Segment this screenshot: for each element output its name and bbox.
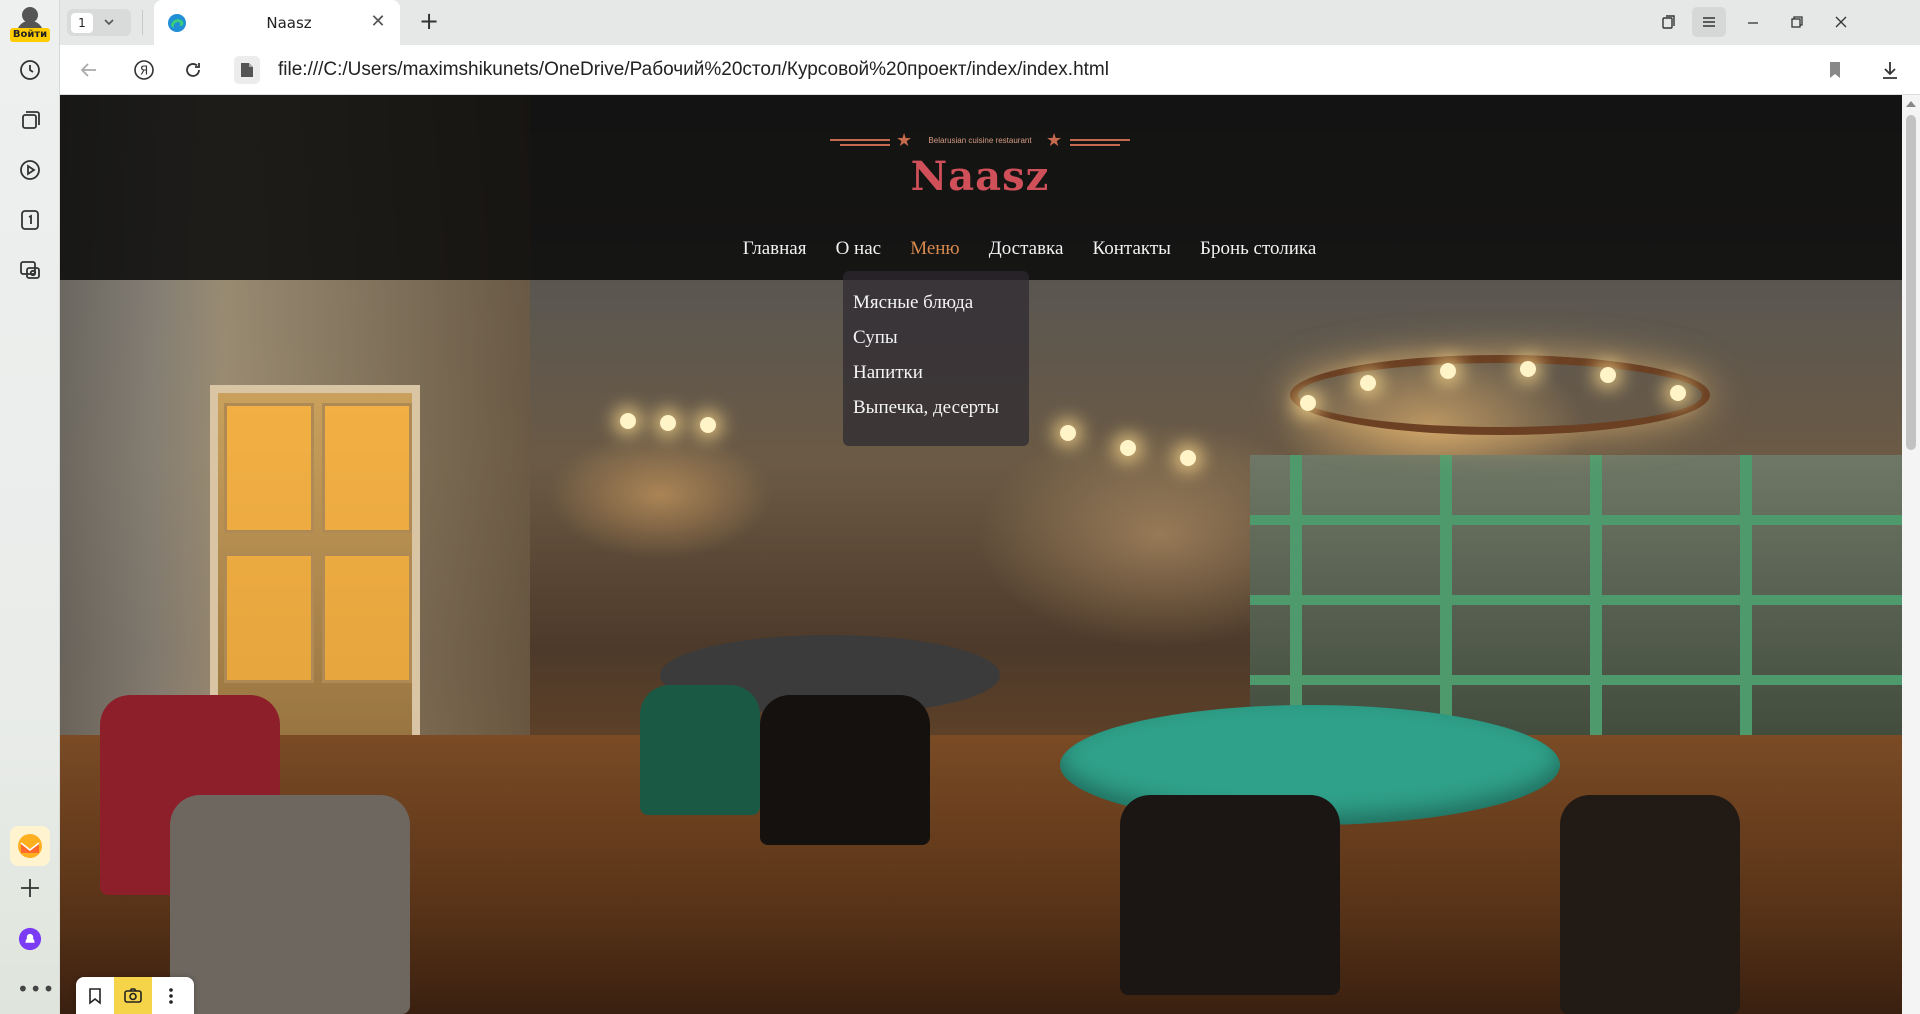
- kebab-menu-icon[interactable]: [152, 977, 190, 1014]
- svg-text:Я: Я: [140, 64, 148, 78]
- close-icon[interactable]: ✕: [368, 12, 388, 32]
- site-brand: Naasz: [910, 153, 1050, 200]
- signin-label: Войти: [10, 28, 50, 42]
- profile-signin-button[interactable]: Войти: [10, 6, 50, 42]
- browser-sidebar: Войти •••: [0, 0, 60, 1014]
- nav-menu[interactable]: Меню: [910, 238, 959, 260]
- chevron-down-icon: [103, 16, 117, 30]
- address-bar: Я file:///C:/Users/maximshikunets/OneDri…: [60, 45, 1920, 95]
- star-icon: ★: [896, 130, 913, 151]
- add-icon[interactable]: [17, 875, 43, 901]
- bookmark-outline-icon[interactable]: [76, 977, 114, 1014]
- scrollbar-thumb[interactable]: [1906, 115, 1916, 450]
- dropdown-item-soups[interactable]: Супы: [853, 320, 1029, 355]
- alice-assistant-icon[interactable]: [17, 926, 43, 952]
- tab-count: 1: [71, 12, 93, 33]
- bookmark-icon[interactable]: [1822, 57, 1848, 83]
- nav-home[interactable]: Главная: [743, 238, 807, 260]
- dropdown-item-meat[interactable]: Мясные блюда: [853, 285, 1029, 320]
- tab-counter-icon[interactable]: [17, 207, 43, 233]
- tab-naasz[interactable]: Naasz ✕: [154, 0, 400, 45]
- site-header: ★ Belarusian cuisine restaurant ★ Naasz …: [60, 95, 1902, 280]
- tab-count-button[interactable]: 1: [67, 9, 131, 36]
- reload-icon[interactable]: [180, 57, 206, 83]
- page-viewport: ★ Belarusian cuisine restaurant ★ Naasz …: [60, 95, 1902, 1014]
- url-field[interactable]: file:///C:/Users/maximshikunets/OneDrive…: [278, 59, 1109, 81]
- file-icon[interactable]: [234, 56, 260, 84]
- dropdown-item-drinks[interactable]: Напитки: [853, 355, 1029, 390]
- star-icon: ★: [1046, 130, 1063, 151]
- back-icon[interactable]: [76, 57, 102, 83]
- menu-dropdown: Мясные блюда Супы Напитки Выпечка, десер…: [843, 271, 1029, 446]
- nav-contacts[interactable]: Контакты: [1093, 238, 1171, 260]
- nav-booking[interactable]: Бронь столика: [1200, 238, 1316, 260]
- minimize-icon[interactable]: [1736, 7, 1770, 37]
- yandex-home-icon[interactable]: Я: [131, 57, 157, 83]
- download-icon[interactable]: [1877, 57, 1903, 83]
- collections-icon[interactable]: [17, 107, 43, 133]
- scroll-up-icon[interactable]: [1906, 101, 1916, 107]
- history-icon[interactable]: [17, 57, 43, 83]
- menu-icon[interactable]: [1692, 7, 1726, 37]
- mail-app-icon[interactable]: [10, 826, 50, 866]
- site-nav: Главная О нас Меню Доставка Контакты Бро…: [60, 238, 1902, 260]
- site-tagline: Belarusian cuisine restaurant: [928, 136, 1032, 145]
- floating-toolbar: [76, 977, 194, 1014]
- page-scrollbar[interactable]: [1902, 95, 1920, 1014]
- tab-bar: 1 Naasz ✕ +: [60, 0, 1920, 45]
- restore-icon[interactable]: [1780, 7, 1814, 37]
- close-window-icon[interactable]: [1824, 7, 1858, 37]
- site-logo[interactable]: ★ Belarusian cuisine restaurant ★ Naasz: [830, 129, 1130, 200]
- play-icon[interactable]: [17, 157, 43, 183]
- nav-about[interactable]: О нас: [836, 238, 882, 260]
- screenshot-icon[interactable]: [17, 257, 43, 283]
- dropdown-item-pastry[interactable]: Выпечка, десерты: [853, 390, 1029, 425]
- tab-title: Naasz: [266, 14, 312, 32]
- camera-icon[interactable]: [114, 977, 152, 1014]
- bookmarks-panel-icon[interactable]: [1652, 7, 1686, 37]
- divider: [142, 10, 143, 35]
- nav-delivery[interactable]: Доставка: [989, 238, 1064, 260]
- more-icon[interactable]: •••: [17, 979, 54, 999]
- new-tab-button[interactable]: +: [416, 9, 442, 35]
